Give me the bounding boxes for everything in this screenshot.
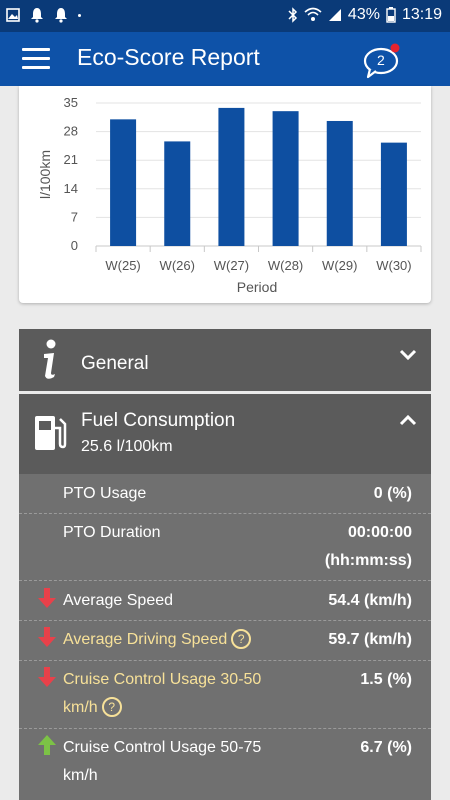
messages-button[interactable]: 2: [362, 43, 402, 79]
divider: [19, 728, 431, 729]
metric-label: PTO Duration: [63, 524, 161, 541]
list-item: Cruise Control Usage 30-50 km/h? 1.5 (%): [19, 666, 431, 726]
menu-icon: [22, 48, 50, 51]
y-tick-label: 7: [71, 209, 78, 224]
metric-label: Cruise Control Usage 50-75 km/h: [63, 739, 262, 784]
y-tick-label: 0: [71, 238, 78, 253]
trend-down-arrow-icon: [38, 667, 56, 687]
x-tick-label: W(26): [160, 258, 195, 273]
clock: 13:19: [401, 6, 442, 23]
metric-value: 1.5 (%): [360, 671, 412, 688]
chevron-down-icon: [399, 349, 417, 361]
app-bar: Eco-Score Report 2: [0, 32, 450, 86]
bar: [380, 142, 407, 246]
y-tick-label: 14: [64, 181, 78, 196]
fuel-pump-icon: [35, 416, 67, 450]
help-icon[interactable]: ?: [101, 697, 122, 717]
x-tick-label: W(29): [322, 258, 357, 273]
list-item: Cruise Control Usage 50-75 km/h 6.7 (%): [19, 734, 431, 794]
metric-value: 54.4 (km/h): [328, 592, 412, 609]
consumption-bar-chart: 35 28 21 14 7 0 W(25) W(26) W(27) W(28) W(29) W(30)…: [37, 95, 422, 295]
x-tick-label: W(27): [214, 258, 249, 273]
divider: [19, 660, 431, 661]
list-item: PTO Duration 00:00:00 (hh:mm:ss): [19, 519, 431, 579]
bar: [272, 111, 299, 246]
y-axis-title: l/100km: [37, 150, 53, 199]
metric-value: 00:00:00 (hh:mm:ss): [324, 524, 412, 569]
page-title: Eco-Score Report: [77, 44, 260, 70]
bar: [326, 120, 353, 246]
notification-bell-icon: [55, 8, 67, 23]
metric-label: Cruise Control Usage 30-50 km/h?: [63, 671, 262, 717]
metric-value: 6.7 (%): [360, 739, 412, 756]
bar: [218, 107, 245, 246]
status-bar: 43% 13:19: [0, 0, 450, 32]
trend-up-arrow-icon: [38, 735, 56, 755]
divider: [19, 580, 431, 581]
trend-down-arrow-icon: [38, 588, 56, 608]
trend-down-arrow-icon: [38, 627, 56, 647]
battery-percent: 43%: [347, 6, 380, 23]
divider: [19, 620, 431, 621]
y-tick-label: 35: [64, 95, 78, 110]
general-section-header[interactable]: General: [19, 329, 431, 391]
chat-badge-count: 2: [377, 52, 385, 68]
battery-icon: [386, 7, 396, 23]
notification-bell-icon: [31, 8, 43, 23]
x-tick-label: W(30): [376, 258, 411, 273]
fuel-subtitle: 25.6 l/100km: [81, 438, 173, 455]
help-icon[interactable]: ?: [231, 629, 252, 649]
general-title: General: [81, 353, 149, 374]
metric-label: Average Speed: [63, 592, 174, 609]
bar: [164, 141, 191, 246]
divider: [19, 513, 431, 514]
chevron-up-icon: [399, 414, 417, 426]
info-icon: [44, 339, 56, 379]
more-notifications-dot: [78, 13, 81, 17]
y-tick-label: 21: [64, 152, 78, 167]
menu-button[interactable]: [22, 48, 50, 70]
list-item: PTO Usage 0 (%): [19, 480, 431, 512]
y-tick-label: 28: [64, 124, 78, 139]
signal-icon: [328, 9, 341, 21]
list-item: Average Driving Speed? 59.7 (km/h): [19, 626, 431, 658]
list-item: Average Speed 54.4 (km/h): [19, 587, 431, 619]
metric-value: 0 (%): [373, 485, 412, 502]
x-axis-title: Period: [237, 279, 277, 295]
metric-label: PTO Usage: [63, 485, 147, 502]
x-tick-label: W(28): [268, 258, 303, 273]
metric-label: Average Driving Speed?: [63, 626, 252, 654]
wifi-icon: [304, 7, 322, 21]
metric-value: 59.7 (km/h): [328, 631, 412, 648]
bluetooth-icon: [288, 7, 297, 23]
fuel-section-header[interactable]: Fuel Consumption 25.6 l/100km: [19, 394, 431, 474]
fuel-metrics-list: PTO Usage 0 (%) PTO Duration 00:00:00 (hh…: [19, 474, 431, 800]
image-icon: [6, 8, 20, 22]
unread-badge-dot: [390, 43, 400, 53]
x-tick-label: W(25): [105, 258, 140, 273]
bar: [110, 119, 137, 246]
fuel-title: Fuel Consumption: [81, 410, 236, 431]
chart-card: 35 28 21 14 7 0 W(25) W(26) W(27) W(28) W(29) W(30)…: [19, 86, 431, 303]
